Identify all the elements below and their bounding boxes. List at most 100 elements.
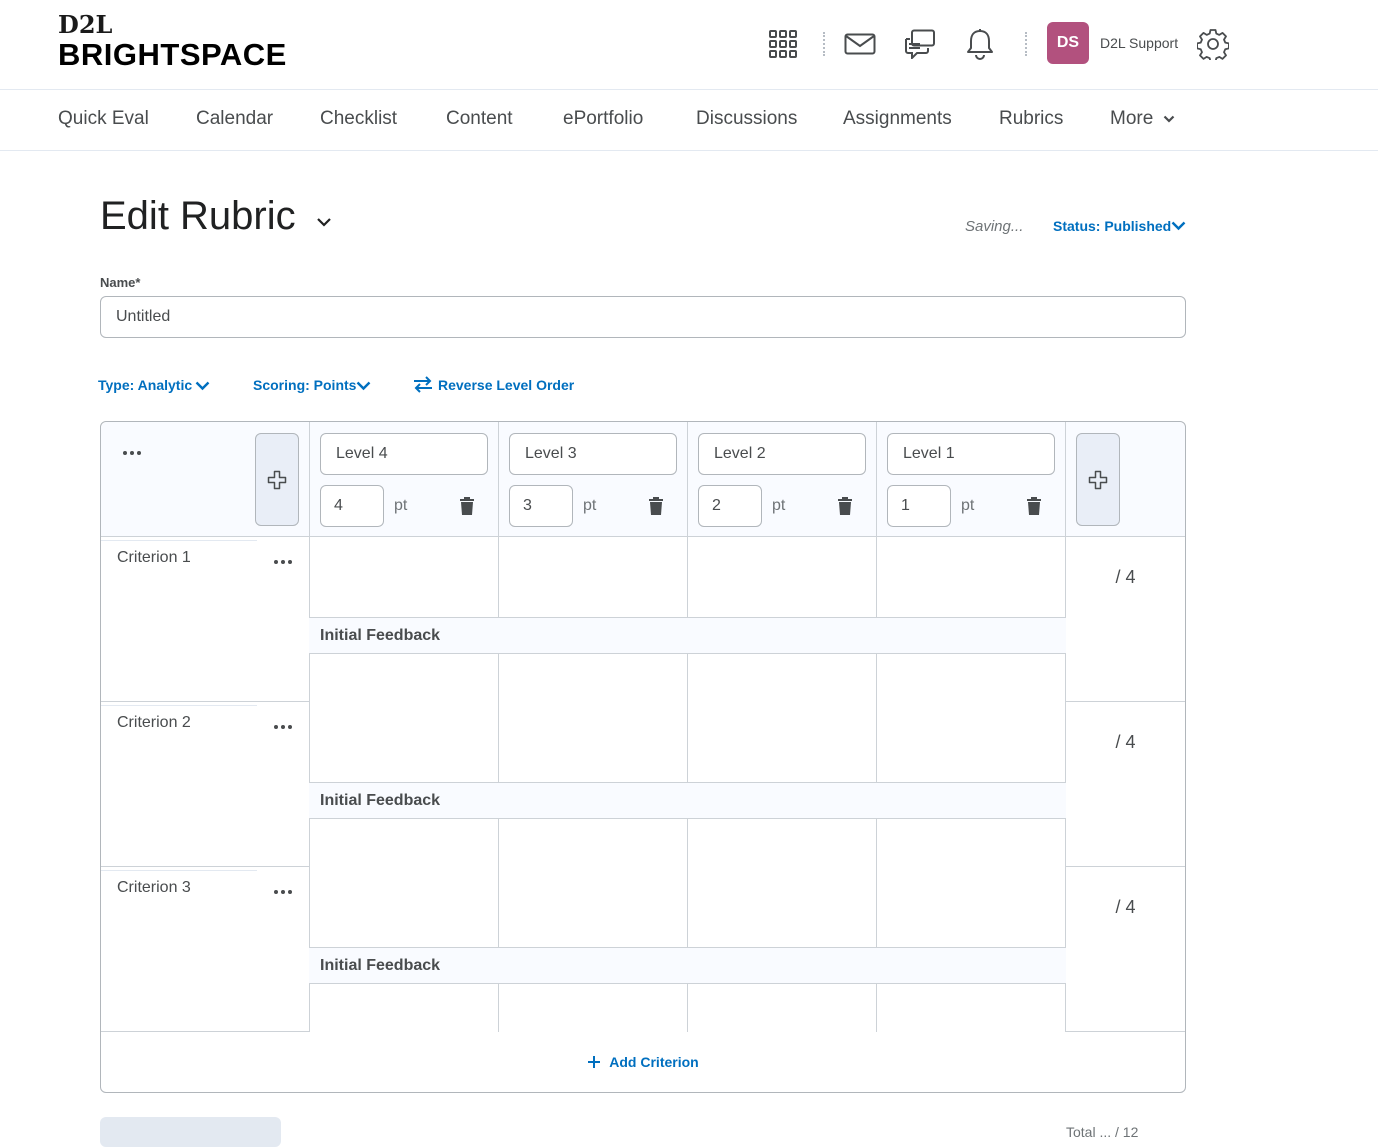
trash-icon[interactable] (648, 496, 664, 516)
criterion-level-cell[interactable] (688, 702, 877, 783)
nav-item-calendar[interactable]: Calendar (196, 108, 273, 130)
brightspace-logo[interactable]: D2L BRIGHTSPACE (58, 12, 287, 72)
criterion-score: / 4 (1115, 897, 1136, 917)
feedback-cell[interactable] (688, 819, 877, 867)
add-level-end-button[interactable] (1076, 433, 1120, 526)
nav-item-checklist[interactable]: Checklist (320, 108, 397, 130)
level-points-input[interactable]: 3 (509, 485, 573, 527)
more-options-icon[interactable] (268, 553, 298, 571)
chevron-down-icon[interactable] (356, 380, 371, 391)
criterion-name[interactable]: Criterion 1 (117, 549, 191, 567)
title-chevron-down-icon[interactable] (314, 212, 334, 232)
criterion-row: Criterion 3 Initial Feedback / 4 (101, 867, 1185, 1032)
nav-item-discussions[interactable]: Discussions (696, 108, 797, 130)
criterion-level-cell[interactable] (877, 702, 1066, 783)
level-name-input[interactable]: Level 1 (887, 433, 1055, 475)
mail-icon[interactable] (836, 20, 884, 68)
initial-feedback-label: Initial Feedback (309, 782, 1066, 819)
criterion-level-cell[interactable] (877, 537, 1066, 618)
criterion-name[interactable]: Criterion 3 (117, 879, 191, 897)
rubric-name-input[interactable] (100, 296, 1186, 338)
bell-icon[interactable] (956, 20, 1004, 68)
criterion-level-cell[interactable] (688, 537, 877, 618)
trash-icon[interactable] (459, 496, 475, 516)
criterion-name-underline (101, 540, 257, 541)
nav-item-content[interactable]: Content (446, 108, 513, 130)
type-dropdown[interactable]: Type: Analytic (98, 377, 192, 393)
status-dropdown[interactable]: Status: Published (1053, 218, 1171, 234)
feedback-cell[interactable] (877, 654, 1066, 702)
column-divider (498, 422, 499, 537)
points-unit-label: pt (394, 497, 408, 514)
scoring-dropdown[interactable]: Scoring: Points (253, 377, 356, 393)
more-options-icon[interactable] (117, 444, 147, 462)
feedback-cell[interactable] (310, 819, 499, 867)
nav-more-label: More (1110, 108, 1154, 129)
name-field-label: Name* (100, 275, 141, 290)
criterion-level-cell[interactable] (499, 867, 688, 948)
feedback-cell[interactable] (499, 819, 688, 867)
criterion-score: / 4 (1115, 567, 1136, 587)
trash-icon[interactable] (837, 496, 853, 516)
level-name-input[interactable]: Level 3 (509, 433, 677, 475)
level-name-input[interactable]: Level 2 (698, 433, 866, 475)
criterion-level-cell[interactable] (499, 537, 688, 618)
trash-icon[interactable] (1026, 496, 1042, 516)
nav-item-rubrics[interactable]: Rubrics (999, 108, 1063, 130)
criterion-level-cell[interactable] (499, 702, 688, 783)
more-options-icon[interactable] (268, 718, 298, 736)
initial-feedback-label: Initial Feedback (309, 947, 1066, 984)
column-divider (309, 422, 310, 537)
feedback-cell[interactable] (499, 654, 688, 702)
reverse-arrows-icon[interactable] (413, 376, 433, 393)
nav-item-quick-eval[interactable]: Quick Eval (58, 108, 149, 130)
feedback-cell[interactable] (310, 984, 499, 1032)
criterion-row: Criterion 2 Initial Feedback / 4 (101, 702, 1185, 867)
criterion-name[interactable]: Criterion 2 (117, 714, 191, 732)
main-navigation: Quick Eval Calendar Checklist Content eP… (0, 90, 1378, 151)
criterion-row: Criterion 1 Initial Feedback / 4 (101, 537, 1185, 702)
bottom-action-button[interactable] (100, 1117, 281, 1147)
reverse-level-order-button[interactable]: Reverse Level Order (438, 377, 574, 393)
more-options-icon[interactable] (268, 883, 298, 901)
criterion-name-underline (101, 870, 257, 871)
avatar[interactable]: DS (1047, 22, 1089, 64)
level-points-input[interactable]: 2 (698, 485, 762, 527)
add-level-start-button[interactable] (255, 433, 299, 526)
username-label[interactable]: D2L Support (1100, 35, 1178, 51)
column-divider (1065, 422, 1066, 537)
plus-icon (1088, 470, 1108, 489)
levels-header-row: Level 4 4 pt Level 3 3 pt Level 2 2 pt L… (101, 422, 1185, 537)
add-criterion-button[interactable]: Add Criterion (101, 1032, 1185, 1092)
nav-item-eportfolio[interactable]: ePortfolio (563, 108, 643, 130)
level-name-input[interactable]: Level 4 (320, 433, 488, 475)
feedback-cell[interactable] (688, 984, 877, 1032)
feedback-cell[interactable] (877, 984, 1066, 1032)
feedback-cell[interactable] (877, 819, 1066, 867)
criterion-level-cell[interactable] (310, 867, 499, 948)
points-unit-label: pt (772, 497, 786, 514)
feedback-cell[interactable] (310, 654, 499, 702)
criterion-level-cell[interactable] (877, 867, 1066, 948)
rubric-table: Level 4 4 pt Level 3 3 pt Level 2 2 pt L… (100, 421, 1186, 1093)
column-divider (687, 422, 688, 537)
logo-brightspace-text: BRIGHTSPACE (58, 37, 287, 72)
top-header: D2L BRIGHTSPACE DS D2L Support (0, 0, 1378, 90)
level-points-input[interactable]: 4 (320, 485, 384, 527)
feedback-cell[interactable] (499, 984, 688, 1032)
criterion-level-cell[interactable] (688, 867, 877, 948)
gear-icon[interactable] (1189, 20, 1237, 68)
nav-item-more[interactable]: More (1110, 108, 1175, 130)
chevron-down-icon[interactable] (1171, 220, 1186, 231)
criterion-level-cell[interactable] (310, 702, 499, 783)
criterion-level-cell[interactable] (310, 537, 499, 618)
chevron-down-icon[interactable] (195, 380, 210, 391)
grid-icon[interactable] (759, 20, 807, 68)
logo-d2l-text: D2L (58, 10, 113, 39)
nav-item-assignments[interactable]: Assignments (843, 108, 952, 130)
criterion-name-underline (101, 705, 257, 706)
chat-icon[interactable] (896, 20, 944, 68)
level-points-input[interactable]: 1 (887, 485, 951, 527)
feedback-cell[interactable] (688, 654, 877, 702)
plus-icon (267, 470, 287, 489)
